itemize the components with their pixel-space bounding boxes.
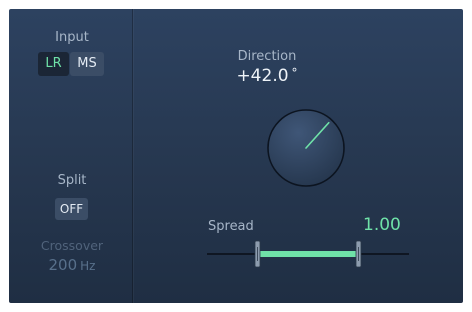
input-lr-button[interactable]: LR xyxy=(38,52,69,76)
crossover-label: Crossover xyxy=(40,238,104,253)
crossover-value: 200 xyxy=(48,256,78,274)
input-label: Input xyxy=(55,30,89,45)
crossover-value-field[interactable]: 200 Hz xyxy=(9,256,135,274)
stereo-spread-panel: Input LR MS Split OFF Crossover 200 Hz Di… xyxy=(9,9,463,303)
spread-range-slider[interactable] xyxy=(207,237,409,271)
split-toggle-button[interactable]: OFF xyxy=(55,198,88,220)
slider-right-handle[interactable] xyxy=(355,240,362,268)
slider-left-handle[interactable] xyxy=(254,240,261,268)
split-label: Split xyxy=(57,173,87,188)
direction-value-field[interactable]: +42.0 ° xyxy=(207,66,327,86)
direction-unit: ° xyxy=(291,66,298,80)
direction-label: Direction xyxy=(237,49,297,64)
input-ms-button[interactable]: MS xyxy=(70,52,104,76)
spread-label: Spread xyxy=(208,219,254,234)
spread-value[interactable]: 1.00 xyxy=(363,215,401,235)
slider-range-fill xyxy=(257,251,359,257)
crossover-unit: Hz xyxy=(80,259,96,273)
direction-value: +42.0 xyxy=(236,66,289,86)
direction-knob[interactable] xyxy=(266,108,346,188)
